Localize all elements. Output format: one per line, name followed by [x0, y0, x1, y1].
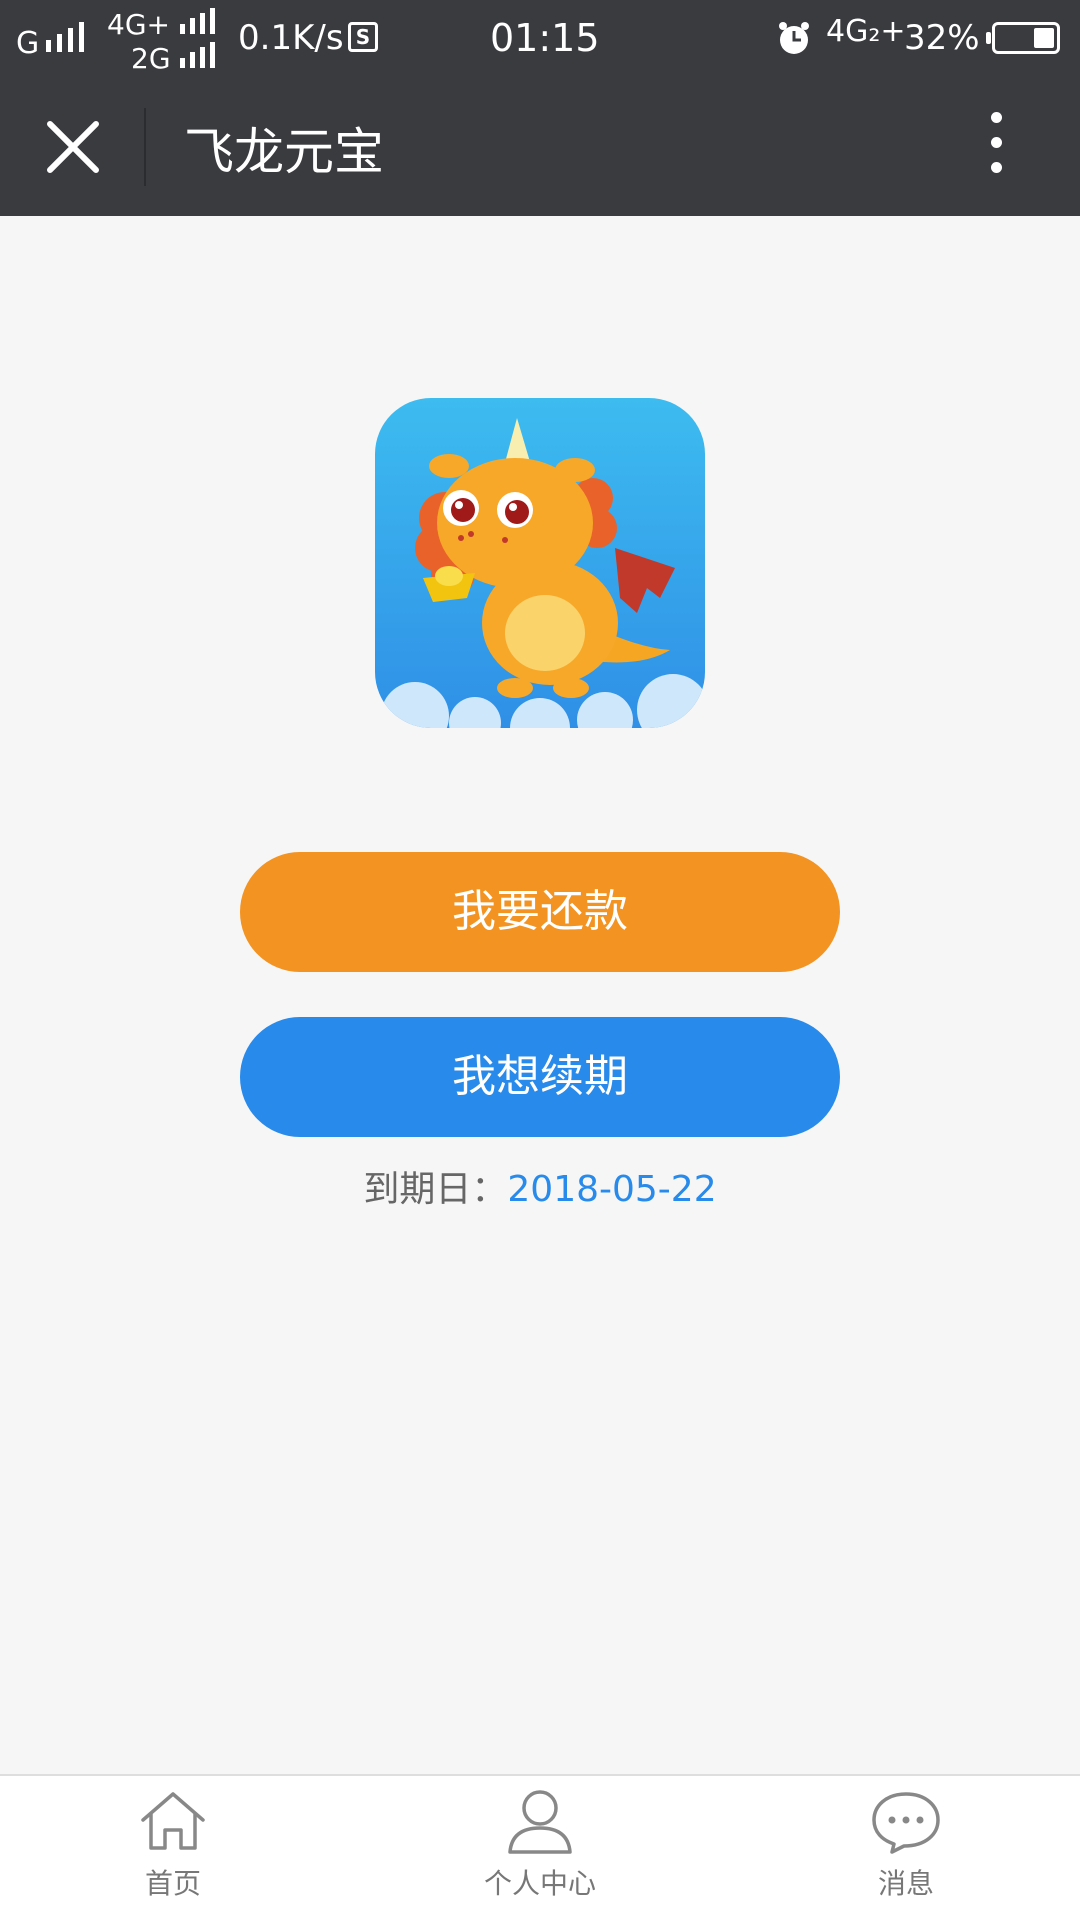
- due-date-value: 2018-05-22: [507, 1169, 717, 1210]
- more-dot: [990, 112, 1002, 123]
- home-icon: [141, 1792, 205, 1850]
- repay-button[interactable]: 我要还款: [240, 852, 840, 972]
- page: G 4G+ 2G 0.1K/s S 01:15 4G₂+ 32% 飞龙元宝 我要…: [0, 0, 1080, 1920]
- net-speed: 0.1K/s: [238, 18, 344, 58]
- due-date-row: 到期日：2018-05-22: [0, 1160, 1080, 1212]
- carrier-label: 4G+: [107, 8, 170, 41]
- carrier-label: 2G: [131, 42, 171, 75]
- tab-home[interactable]: 首页: [53, 1776, 293, 1920]
- close-icon[interactable]: [44, 118, 102, 176]
- tab-profile[interactable]: 个人中心: [420, 1776, 660, 1920]
- due-date-label: 到期日：: [363, 1169, 508, 1210]
- message-icon: [872, 1792, 940, 1854]
- tab-messages[interactable]: 消息: [786, 1776, 1026, 1920]
- user-icon: [508, 1790, 572, 1854]
- network-type: 4G₂+: [826, 14, 906, 49]
- renew-button[interactable]: 我想续期: [240, 1017, 840, 1137]
- more-dot: [990, 137, 1002, 148]
- more-vertical-icon[interactable]: [980, 112, 1012, 182]
- battery-percent: 32%: [904, 18, 980, 58]
- signal-icon: [180, 42, 215, 68]
- nav-bar: 飞龙元宝: [0, 78, 1080, 216]
- signal-icon: [180, 8, 215, 34]
- status-bar: G 4G+ 2G 0.1K/s S 01:15 4G₂+ 32%: [0, 0, 1080, 78]
- battery-fill: [1034, 28, 1054, 48]
- more-dot: [990, 162, 1002, 173]
- dragon-logo: [375, 398, 705, 728]
- carrier-label: G: [16, 26, 40, 61]
- signal-icon: [46, 22, 84, 52]
- dragon-logo-graphic: [375, 398, 705, 728]
- alarm-icon: [779, 22, 809, 54]
- s-app-icon: S: [348, 22, 378, 52]
- tab-messages-label: 消息: [877, 1867, 934, 1900]
- nav-divider: [144, 108, 146, 186]
- tab-profile-label: 个人中心: [483, 1867, 596, 1900]
- battery-nub: [986, 32, 991, 44]
- tab-bar: 首页 个人中心 消息: [0, 1774, 1080, 1920]
- clock: 01:15: [490, 16, 600, 60]
- tab-home-label: 首页: [144, 1867, 201, 1900]
- page-title: 飞龙元宝: [184, 123, 384, 181]
- battery-icon: [986, 22, 1060, 54]
